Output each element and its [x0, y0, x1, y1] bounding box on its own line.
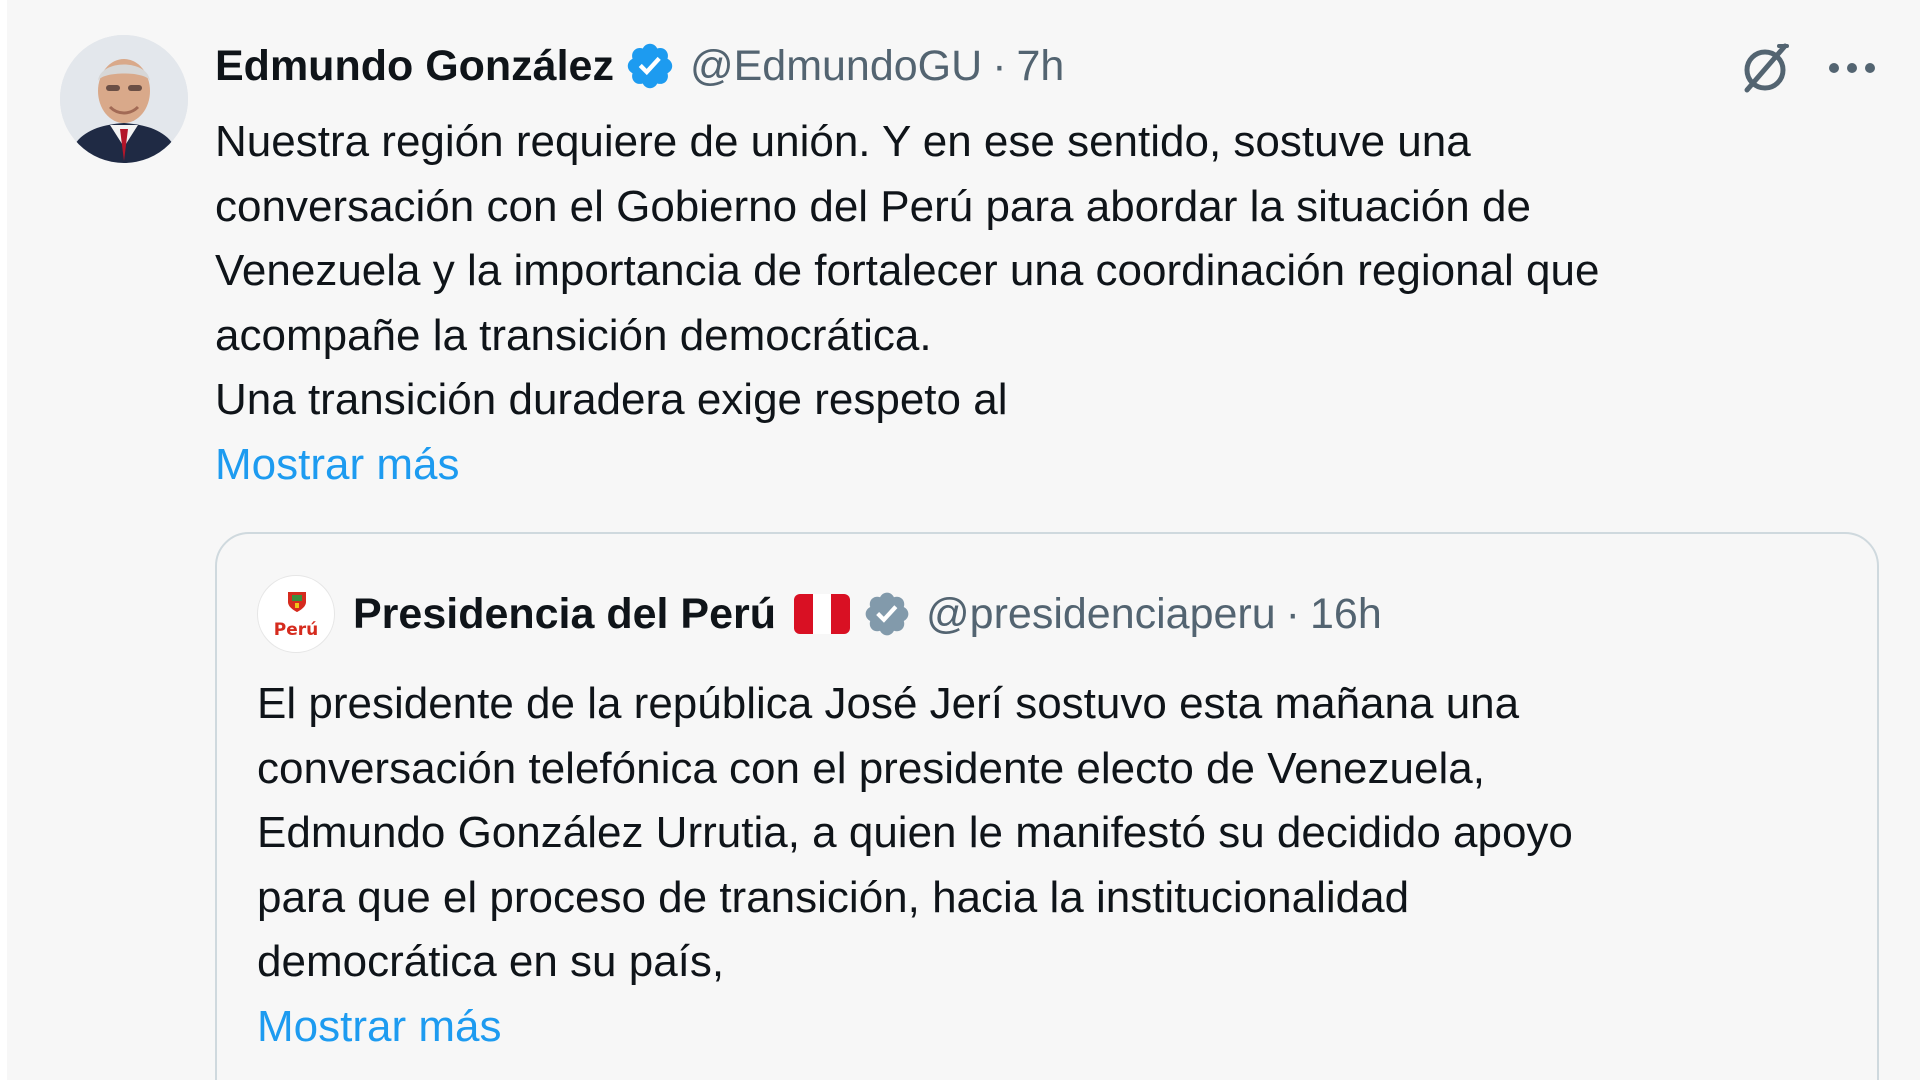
quoted-text-line: El presidente de la república José Jerí … — [257, 679, 1520, 728]
author-handle[interactable]: @EdmundoGU — [690, 42, 982, 91]
post-text-line: Una transición duradera exige respeto al — [215, 375, 1008, 424]
quoted-author-avatar[interactable]: Perú — [257, 575, 335, 653]
post-text: Nuestra región requiere de unión. Y en e… — [215, 110, 1895, 497]
grok-icon[interactable] — [1735, 38, 1795, 98]
tweet-view: Edmundo González @EdmundoGU · 7h Nuestra… — [0, 0, 1920, 1080]
post-text-line: Nuestra región requiere de unión. Y en e… — [215, 117, 1471, 166]
quoted-header-separator: · — [1285, 589, 1300, 638]
quoted-text-line: democrática en su país, — [257, 937, 725, 986]
header-separator: · — [992, 41, 1007, 90]
crest-icon — [288, 592, 306, 612]
post-time[interactable]: 7h — [1017, 42, 1065, 91]
quoted-text-line: Edmundo González Urrutia, a quien le man… — [257, 808, 1573, 857]
quoted-author-name[interactable]: Presidencia del Perú — [353, 590, 776, 639]
show-more-link[interactable]: Mostrar más — [215, 433, 1895, 498]
author-avatar[interactable] — [60, 35, 188, 163]
post-text-line: acompañe la transición democrática. — [215, 310, 932, 360]
more-options-icon[interactable] — [1822, 44, 1882, 92]
post-header: Edmundo González @EdmundoGU · 7h — [215, 38, 1064, 94]
author-avatar-image — [60, 35, 188, 163]
author-name[interactable]: Edmundo González — [215, 42, 614, 91]
quoted-post-header: Perú Presidencia del Perú @presidenciape… — [257, 574, 1382, 654]
quoted-text-line: para que el proceso de transición, hacia… — [257, 872, 1410, 922]
verified-badge-icon[interactable] — [624, 40, 676, 92]
quoted-text-line: conversación telefónica con el president… — [257, 743, 1485, 793]
quoted-post-card[interactable]: Perú Presidencia del Perú @presidenciape… — [215, 532, 1879, 1080]
post-text-line: Venezuela y la importancia de fortalecer… — [215, 246, 1600, 295]
quoted-avatar-text: Perú — [273, 620, 319, 640]
left-edge — [0, 0, 7, 1080]
quoted-show-more-link[interactable]: Mostrar más — [257, 995, 1857, 1060]
peru-flag-icon — [794, 594, 851, 634]
gray-verified-badge-icon[interactable] — [862, 589, 912, 639]
post-text-line: conversación con el Gobierno del Perú pa… — [215, 181, 1531, 231]
quoted-post-text: El presidente de la república José Jerí … — [257, 672, 1857, 1059]
quoted-author-handle[interactable]: @presidenciaperu — [926, 590, 1276, 639]
quoted-post-time[interactable]: 16h — [1310, 590, 1382, 639]
